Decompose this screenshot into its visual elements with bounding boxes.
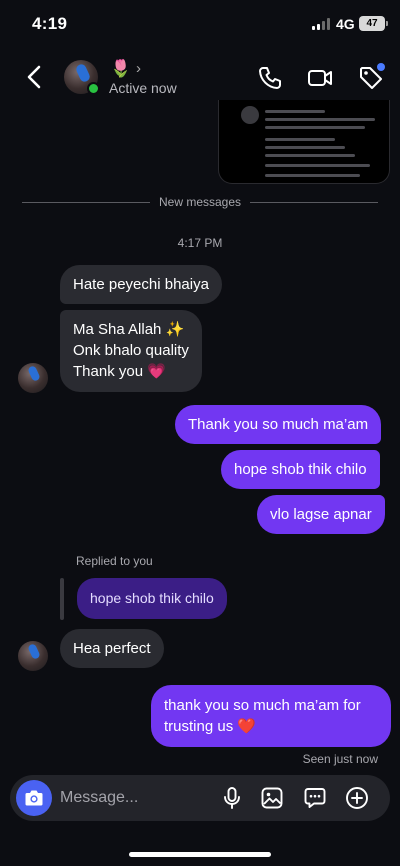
home-indicator[interactable] (129, 852, 271, 857)
message-text: Onk bhalo quality (73, 342, 189, 359)
reply-quote-bubble[interactable]: hope shob thik chilo (77, 578, 227, 619)
message-timestamp: 4:17 PM (177, 236, 223, 250)
post-text-line (265, 174, 360, 177)
back-icon[interactable] (24, 64, 46, 90)
camera-button[interactable] (16, 780, 52, 816)
outgoing-message[interactable]: vlo lagse apnar (257, 495, 385, 534)
outgoing-message[interactable]: Thank you so much ma’am (175, 405, 382, 444)
message-text: hope shob thik chilo (90, 590, 214, 606)
message-text: vlo lagse apnar (270, 506, 372, 523)
incoming-message[interactable]: Hate peyechi bhaiya (60, 265, 222, 304)
microphone-icon[interactable] (220, 786, 244, 810)
chevron-right-icon[interactable]: › (136, 60, 141, 77)
post-text-line (265, 126, 365, 129)
incoming-message[interactable]: Hea perfect (60, 629, 164, 668)
add-icon[interactable] (345, 786, 369, 810)
video-camera-icon[interactable] (306, 64, 334, 92)
outgoing-message[interactable]: thank you so much ma’am for trusting us … (151, 685, 391, 747)
camera-icon (25, 790, 43, 806)
reply-indicator-bar (60, 578, 64, 620)
sender-avatar[interactable] (18, 641, 48, 671)
post-text-line (265, 146, 345, 149)
message-text: hope shob thik chilo (234, 461, 367, 478)
message-text: trusting us ❤️ (164, 718, 257, 735)
post-text-line (265, 164, 370, 167)
message-text: Hea perfect (73, 640, 151, 657)
post-text-line (265, 154, 355, 157)
post-avatar (241, 106, 259, 124)
image-icon[interactable] (260, 786, 284, 810)
post-text-line (265, 110, 325, 113)
sticker-icon[interactable] (303, 786, 327, 810)
status-bar: 4:19 4G 47 (0, 0, 400, 50)
message-text: Thank you so much ma’am (188, 416, 369, 433)
contact-name[interactable]: 🌷 (110, 59, 131, 79)
battery-icon: 47 (359, 16, 388, 31)
phone-icon[interactable] (256, 64, 284, 92)
active-status: Active now (109, 80, 177, 96)
status-time: 4:19 (32, 14, 68, 33)
shared-post-preview[interactable] (218, 100, 390, 184)
replied-label: Replied to you (76, 554, 153, 568)
network-type: 4G (336, 16, 355, 32)
post-text-line (265, 138, 335, 141)
sender-avatar[interactable] (18, 363, 48, 393)
message-composer (10, 775, 390, 821)
message-input[interactable] (60, 787, 210, 809)
online-indicator (87, 82, 100, 95)
seen-receipt: Seen just now (302, 752, 378, 766)
signal-icon (312, 18, 332, 30)
post-text-line (265, 118, 375, 121)
chat-header: 🌷 › Active now (0, 50, 400, 106)
incoming-message[interactable]: Ma Sha Allah ✨ Onk bhalo quality Thank y… (60, 310, 202, 392)
message-text: Thank you 💗 (73, 363, 166, 380)
message-text: thank you so much ma’am for (164, 697, 361, 714)
divider-line (250, 202, 378, 203)
message-text: Ma Sha Allah ✨ (73, 321, 185, 338)
outgoing-message[interactable]: hope shob thik chilo (221, 450, 380, 489)
notification-dot (377, 63, 385, 71)
message-text: Hate peyechi bhaiya (73, 276, 209, 293)
